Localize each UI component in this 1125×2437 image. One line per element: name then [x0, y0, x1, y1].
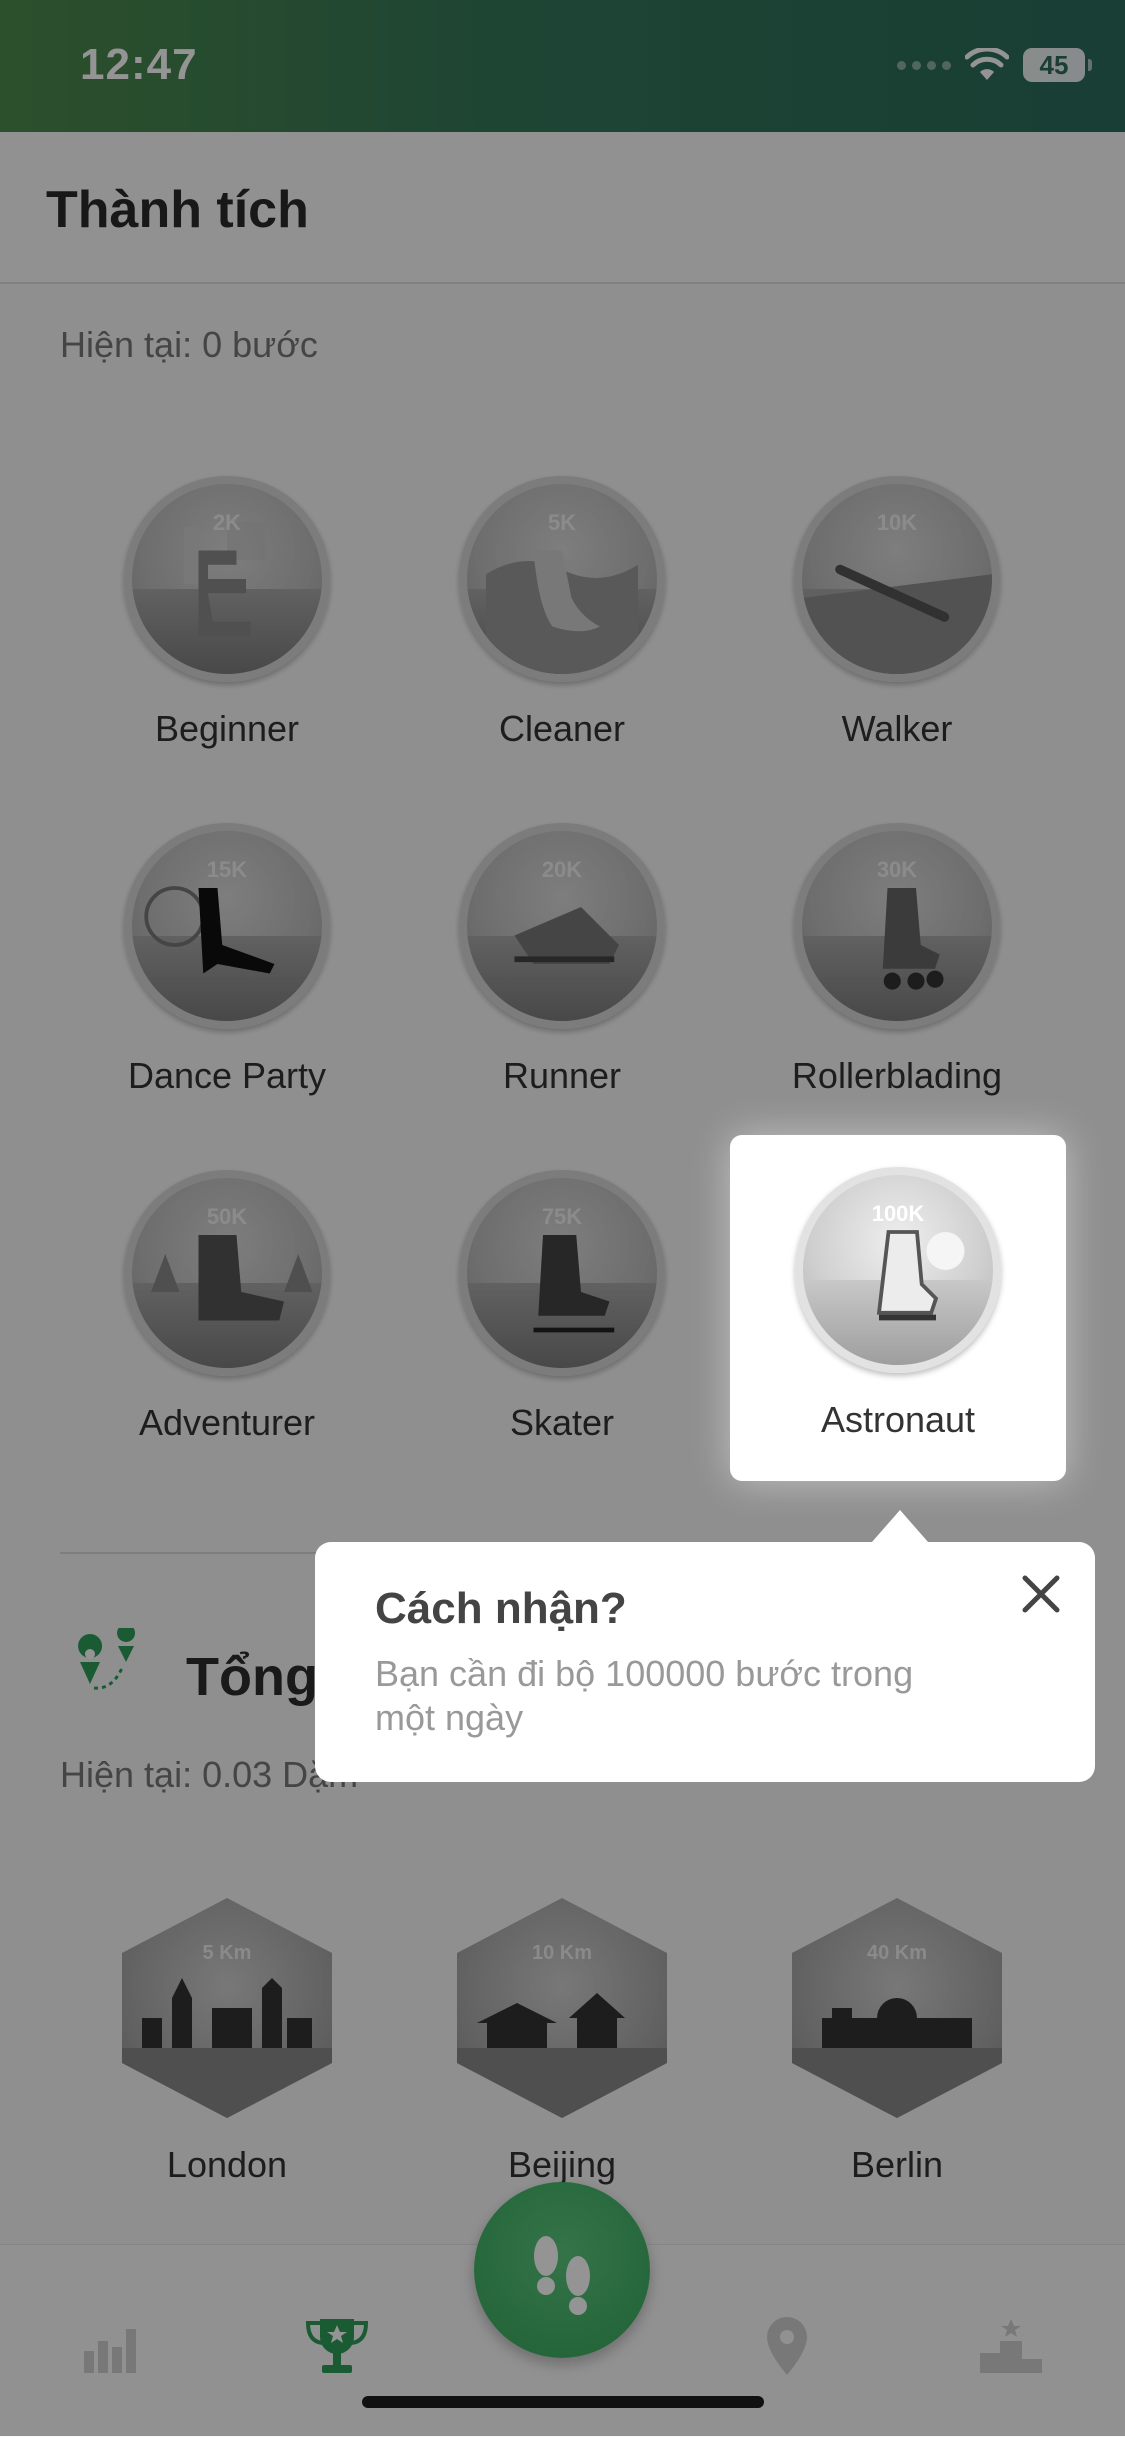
- badge-goal: 100K: [871, 1201, 925, 1226]
- highlighted-badge-card: 100K Astronaut: [730, 1135, 1066, 1481]
- popover-arrow: [872, 1510, 928, 1542]
- home-indicator: [362, 2396, 764, 2408]
- close-icon[interactable]: [1011, 1564, 1071, 1624]
- badge-astronaut[interactable]: 100K Astronaut: [748, 1167, 1048, 1441]
- medal-icon: 100K: [795, 1167, 1001, 1373]
- badge-label: Astronaut: [820, 1399, 976, 1440]
- popover-title: Cách nhận?: [375, 1584, 627, 1633]
- how-to-earn-popover: Cách nhận? Bạn cần đi bộ 100000 bước tro…: [315, 1542, 1095, 1782]
- popover-body: Bạn cần đi bộ 100000 bước trong một ngày: [375, 1653, 914, 1738]
